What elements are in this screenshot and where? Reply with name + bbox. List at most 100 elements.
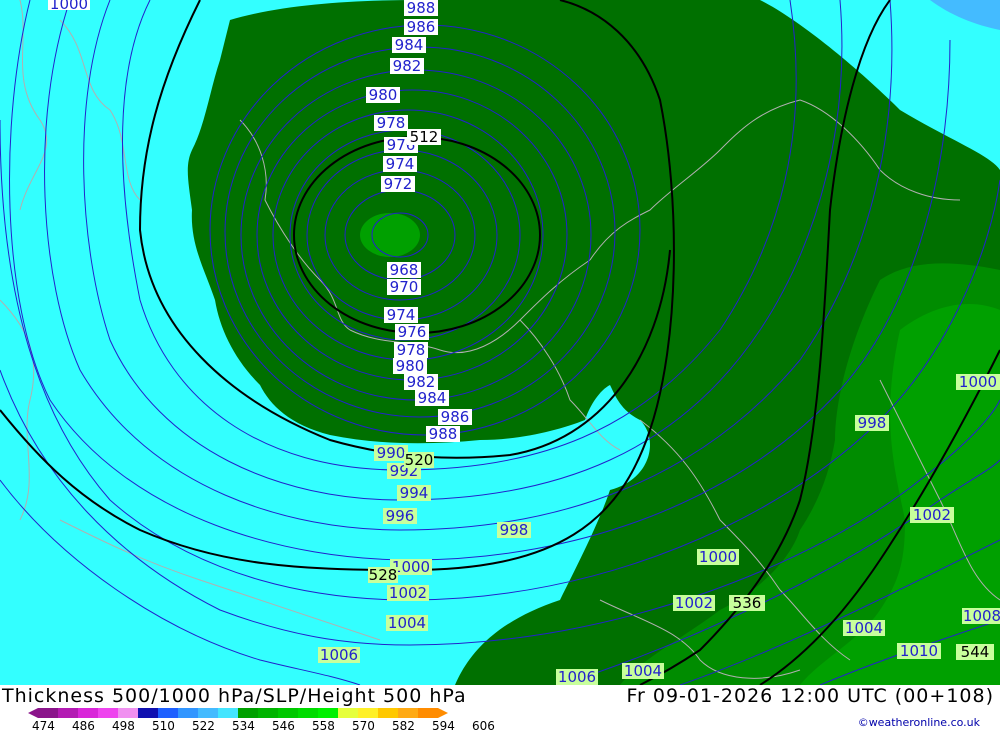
legend-tick-label: 510: [152, 719, 175, 733]
svg-text:512: 512: [410, 128, 439, 146]
svg-text:536: 536: [733, 594, 762, 612]
valid-time: Fr 09-01-2026 12:00 UTC (00+108): [626, 685, 994, 707]
slp-label: 974: [383, 155, 417, 173]
svg-text:1006: 1006: [558, 668, 596, 685]
svg-text:998: 998: [858, 414, 887, 432]
legend-tick-label: 606: [472, 719, 495, 733]
legend-swatch: [238, 708, 258, 718]
slp-label: 998: [497, 521, 531, 539]
weather-map: 988 986 984 982 980 978 976 974 972 968 …: [0, 0, 1000, 685]
legend-swatch: [218, 708, 238, 718]
legend-tick-label: 534: [232, 719, 255, 733]
legend-swatch: [38, 708, 58, 718]
slp-label: 988: [404, 0, 438, 17]
svg-text:1000: 1000: [959, 373, 997, 391]
legend-swatch: [258, 708, 278, 718]
legend-swatch: [298, 708, 318, 718]
legend-swatch: [358, 708, 378, 718]
svg-text:988: 988: [429, 425, 458, 443]
legend-swatch: [398, 708, 418, 718]
slp-label: 990: [374, 444, 408, 462]
svg-text:996: 996: [386, 507, 415, 525]
legend-tick-label: 570: [352, 719, 375, 733]
slp-label: 1008: [962, 607, 1000, 625]
svg-text:986: 986: [407, 18, 436, 36]
slp-label: 996: [383, 507, 417, 525]
slp-label: 982: [390, 57, 424, 75]
legend-swatch: [178, 708, 198, 718]
svg-text:520: 520: [405, 451, 434, 469]
svg-text:968: 968: [390, 261, 419, 279]
svg-text:1004: 1004: [388, 614, 426, 632]
slp-label: 1002: [387, 584, 429, 602]
svg-text:544: 544: [961, 643, 990, 661]
slp-label: 1000: [956, 373, 1000, 391]
slp-label: 986: [404, 18, 438, 36]
legend-swatch: [198, 708, 218, 718]
legend-swatch: [118, 708, 138, 718]
svg-text:972: 972: [384, 175, 413, 193]
height-label: 536: [729, 594, 765, 612]
svg-text:1000: 1000: [699, 548, 737, 566]
slp-label: 972: [381, 175, 415, 193]
slp-label: 984: [392, 36, 426, 54]
svg-text:1008: 1008: [963, 607, 1000, 625]
legend-tick-label: 522: [192, 719, 215, 733]
svg-text:980: 980: [369, 86, 398, 104]
height-label: 520: [404, 451, 434, 469]
svg-text:988: 988: [407, 0, 436, 17]
svg-text:1002: 1002: [675, 594, 713, 612]
height-label: 544: [956, 643, 994, 661]
legend-swatch: [158, 708, 178, 718]
slp-label: 1004: [622, 662, 664, 680]
svg-text:1004: 1004: [624, 662, 662, 680]
legend-tick-label: 582: [392, 719, 415, 733]
legend-tick-label: 474: [32, 719, 55, 733]
svg-text:1004: 1004: [845, 619, 883, 637]
svg-text:998: 998: [500, 521, 529, 539]
slp-label: 974: [384, 306, 418, 324]
slp-label: 970: [387, 278, 421, 296]
svg-text:986: 986: [441, 408, 470, 426]
legend-swatch: [58, 708, 78, 718]
map-canvas: 988 986 984 982 980 978 976 974 972 968 …: [0, 0, 1000, 685]
slp-label: 968: [387, 261, 421, 279]
slp-label: 1000: [697, 548, 739, 566]
legend-arrow-right: [438, 708, 448, 718]
slp-label: 1010: [897, 642, 941, 660]
slp-label: 994: [397, 484, 431, 502]
slp-label: 978: [374, 114, 408, 132]
legend-swatch: [338, 708, 358, 718]
slp-label: 988: [426, 425, 460, 443]
legend-swatch: [138, 708, 158, 718]
svg-text:1002: 1002: [389, 584, 427, 602]
height-label: 528: [368, 566, 398, 584]
slp-label: 1000: [48, 0, 90, 13]
slp-label: 1002: [673, 594, 715, 612]
slp-label: 1004: [386, 614, 428, 632]
legend-tick-label: 558: [312, 719, 335, 733]
legend-tick-label: 546: [272, 719, 295, 733]
slp-label: 998: [855, 414, 889, 432]
legend-swatch: [318, 708, 338, 718]
svg-text:1002: 1002: [913, 506, 951, 524]
svg-text:974: 974: [387, 306, 416, 324]
svg-text:978: 978: [377, 114, 406, 132]
low-center-area: [360, 213, 420, 257]
svg-text:1010: 1010: [900, 642, 938, 660]
svg-text:984: 984: [418, 389, 447, 407]
map-title: Thickness 500/1000 hPa/SLP/Height 500 hP…: [2, 685, 467, 707]
legend-arrow-left: [28, 708, 38, 718]
legend-swatch: [278, 708, 298, 718]
height-label: 512: [407, 128, 441, 146]
credit-link[interactable]: ©weatheronline.co.uk: [858, 716, 980, 729]
legend-tick-label: 498: [112, 719, 135, 733]
svg-text:1006: 1006: [320, 646, 358, 664]
svg-text:994: 994: [400, 484, 429, 502]
svg-text:528: 528: [369, 566, 398, 584]
color-legend: [28, 708, 448, 718]
map-footer: Thickness 500/1000 hPa/SLP/Height 500 hP…: [0, 685, 1000, 733]
legend-tick-label: 594: [432, 719, 455, 733]
legend-tick-label: 486: [72, 719, 95, 733]
legend-swatch: [78, 708, 98, 718]
